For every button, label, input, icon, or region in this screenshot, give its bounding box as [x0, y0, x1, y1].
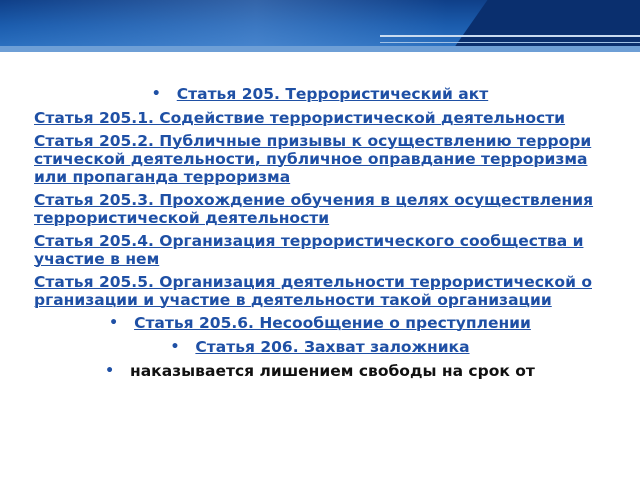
header-accent-line — [380, 35, 640, 37]
bullet: • — [105, 363, 115, 379]
article-link-205-1[interactable]: Статья 205.1. Содействие террористическо… — [0, 109, 640, 127]
article-link-text: Статья 205. Террористический акт — [176, 85, 489, 103]
article-link-205-3[interactable]: Статья 205.3. Прохождение обучения в цел… — [0, 191, 640, 227]
article-link-205[interactable]: • Статья 205. Террористический акт — [0, 85, 640, 103]
slide-header-bar — [0, 0, 640, 46]
bullet: • — [109, 315, 119, 331]
article-link-205-5[interactable]: Статья 205.5. Организация деятельности т… — [0, 273, 640, 309]
penalty-note-text: наказывается лишением свободы на срок от — [130, 362, 535, 380]
article-link-205-4[interactable]: Статья 205.4. Организация террористическ… — [0, 232, 640, 268]
slide-content: • Статья 205. Террористический акт Статья… — [0, 85, 640, 380]
article-link-205-2[interactable]: Статья 205.2. Публичные призывы к осущес… — [0, 132, 640, 186]
article-link-206[interactable]: • Статья 206. Захват заложника — [0, 338, 640, 356]
penalty-note: • наказывается лишением свободы на срок о… — [0, 362, 640, 380]
article-link-text: Статья 205.6. Несообщение о преступлении — [134, 314, 531, 332]
bullet: • — [170, 339, 180, 355]
article-link-text: Статья 206. Захват заложника — [195, 338, 470, 356]
header-band — [0, 46, 640, 52]
bullet: • — [151, 86, 161, 102]
header-accent-line-thin — [380, 42, 640, 43]
article-link-205-6[interactable]: • Статья 205.6. Несообщение о преступлени… — [0, 314, 640, 332]
